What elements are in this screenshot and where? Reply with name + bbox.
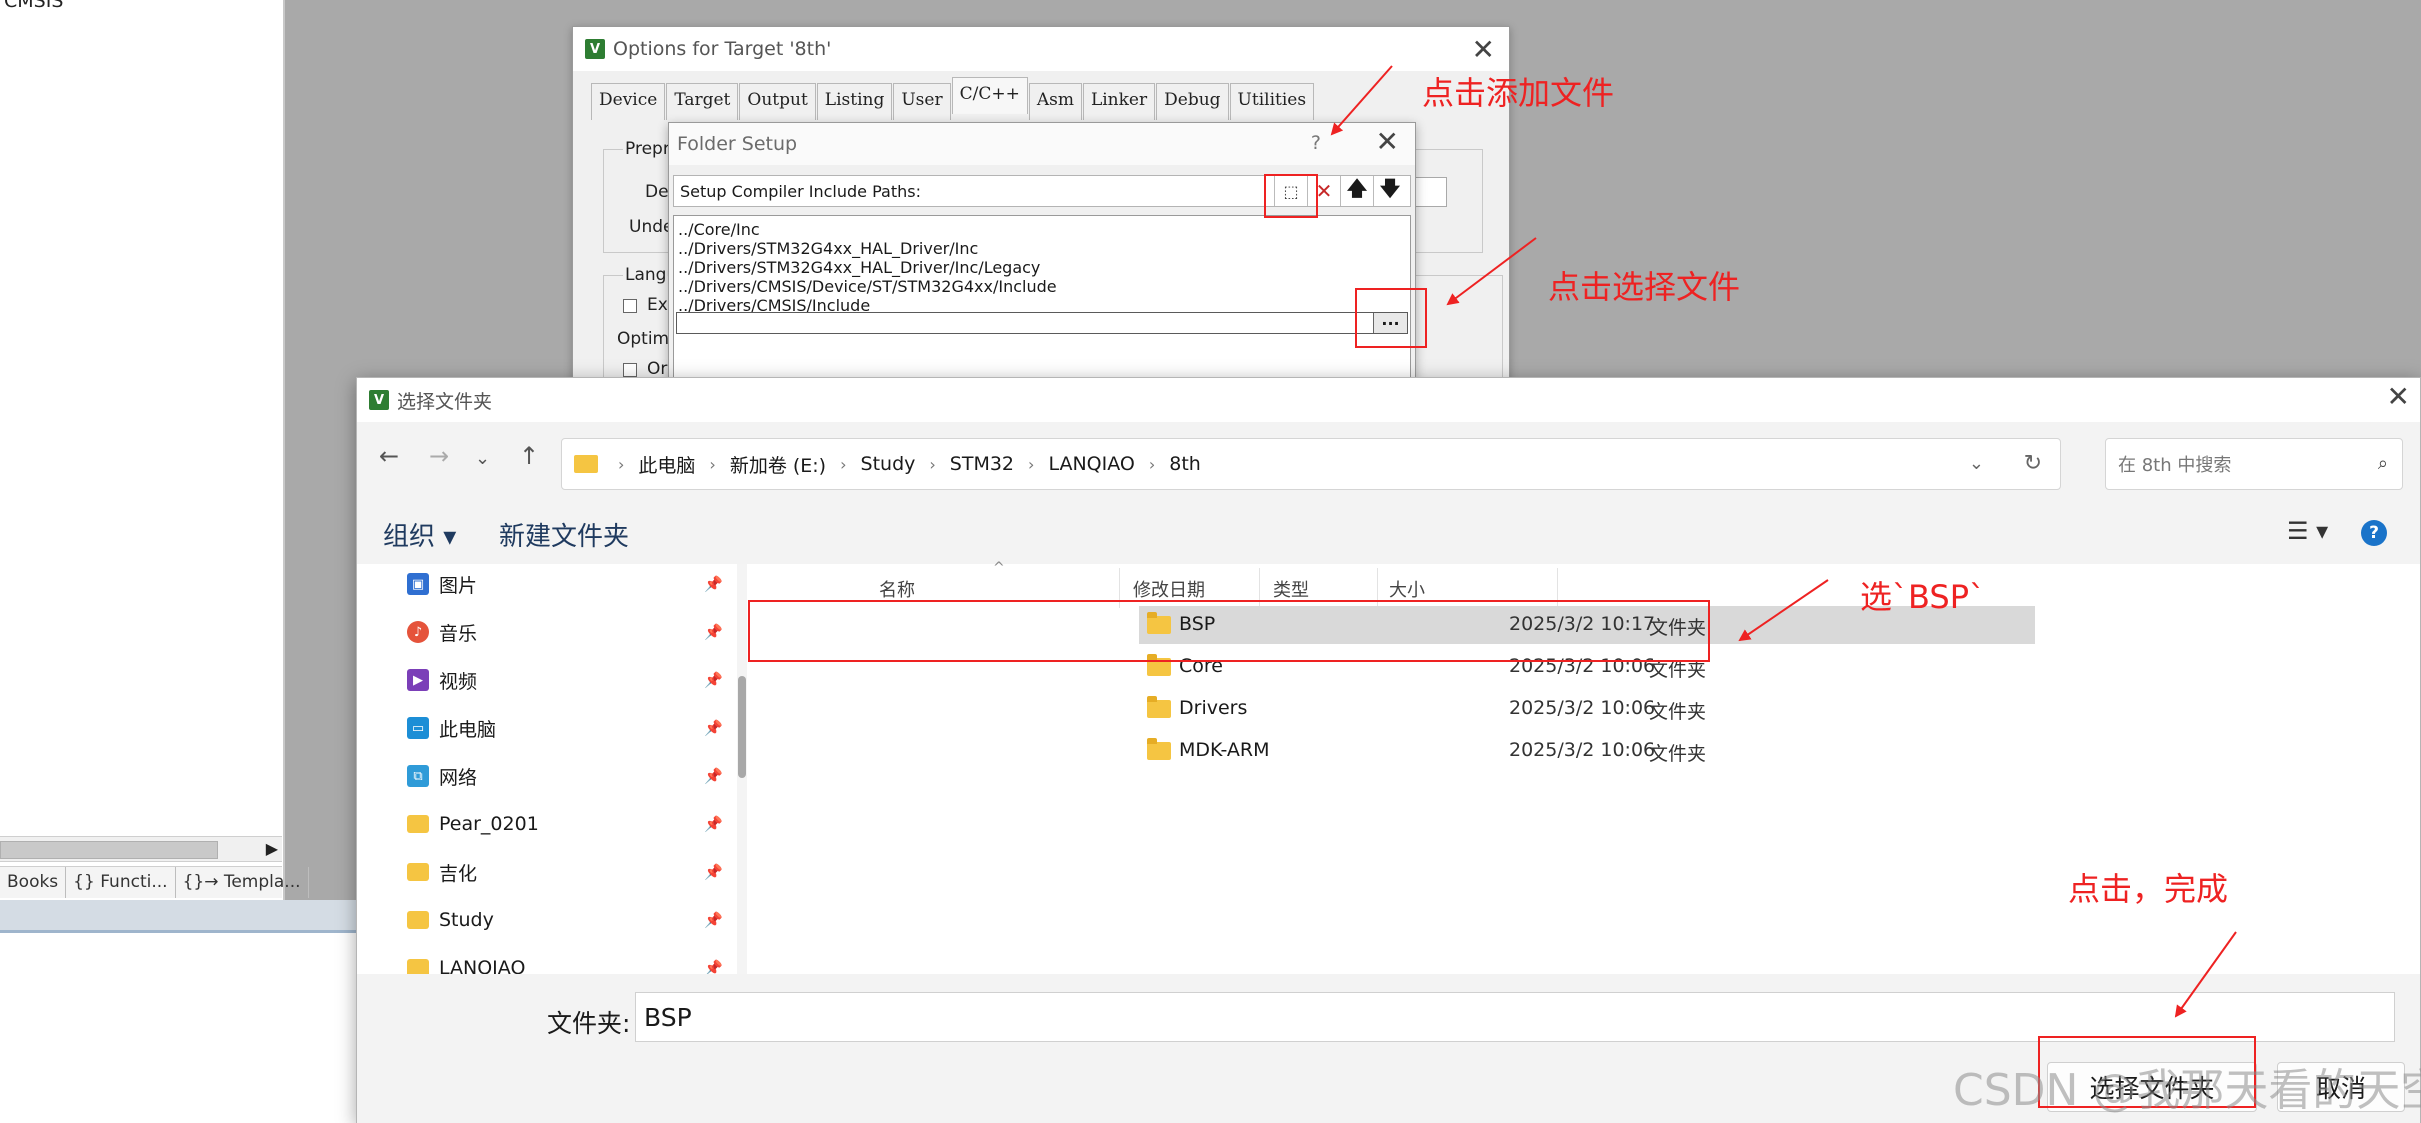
annotation-select-bsp: 选`BSP` (1860, 578, 1986, 616)
arrow-to-select-button (2174, 931, 2237, 1018)
arrow-to-add-button (1330, 65, 1393, 136)
watermark: CSDN @我那天看的天空 (1953, 1065, 2421, 1116)
annotation-choose-file: 点击选择文件 (1548, 268, 1741, 306)
annotation-click-done: 点击，完成 (2068, 870, 2229, 908)
arrow-to-browse-button (1446, 237, 1537, 306)
arrow-to-bsp-row (1738, 579, 1829, 642)
annotation-arrows (1330, 65, 2237, 1018)
annotation-add-file: 点击添加文件 (1422, 74, 1615, 112)
